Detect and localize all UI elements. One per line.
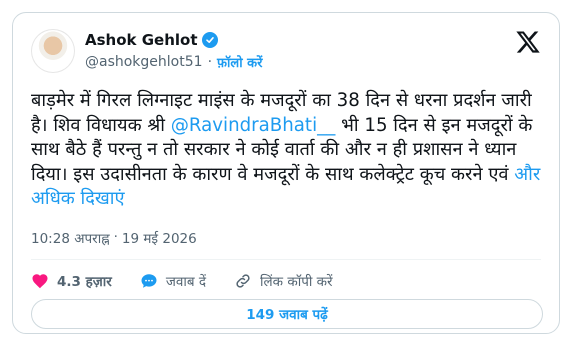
copy-link-button[interactable]: लिंक कॉपी करें: [234, 272, 333, 290]
reply-label: जवाब दें: [165, 274, 207, 290]
tweet-date: 19 मई 2026: [121, 231, 197, 247]
tweet-timestamp[interactable]: 10:28 अपराह्न · 19 मई 2026: [31, 229, 197, 247]
like-button[interactable]: 4.3 हज़ार: [31, 272, 112, 290]
copy-link-label: लिंक कॉपी करें: [260, 274, 333, 290]
follow-button[interactable]: फ़ॉलो करें: [217, 53, 262, 71]
tweet-text: बाड़मेर में गिरल लिग्नाइट माइंस के मजदूर…: [31, 89, 543, 212]
author-handle[interactable]: @ashokgehlot51: [85, 54, 203, 70]
reply-icon: [141, 274, 157, 288]
heart-icon: [32, 274, 48, 289]
handle-separator: ·: [207, 54, 213, 70]
divider: [31, 259, 541, 260]
x-logo-icon[interactable]: [515, 29, 541, 55]
action-bar: 4.3 हज़ार जवाब दें लिंक कॉपी करें: [31, 267, 361, 295]
tweet-card: Ashok Gehlot @ashokgehlot51 · फ़ॉलो करें…: [12, 12, 560, 334]
tweet-time: 10:28 अपराह्न: [31, 231, 110, 247]
like-count: 4.3 हज़ार: [57, 274, 112, 290]
verified-badge-icon: [201, 32, 218, 48]
author-name[interactable]: Ashok Gehlot: [85, 31, 198, 49]
avatar[interactable]: [31, 29, 75, 73]
author-name-row: Ashok Gehlot: [85, 31, 218, 49]
author-handle-row: @ashokgehlot51 · फ़ॉलो करें: [85, 53, 262, 71]
mention-link[interactable]: @RavindraBhati__: [171, 115, 336, 136]
link-icon: [236, 274, 250, 288]
reply-button[interactable]: जवाब दें: [140, 272, 206, 290]
read-replies-button[interactable]: 149 जवाब पढ़ें: [31, 299, 543, 329]
timestamp-separator: ·: [113, 229, 118, 245]
